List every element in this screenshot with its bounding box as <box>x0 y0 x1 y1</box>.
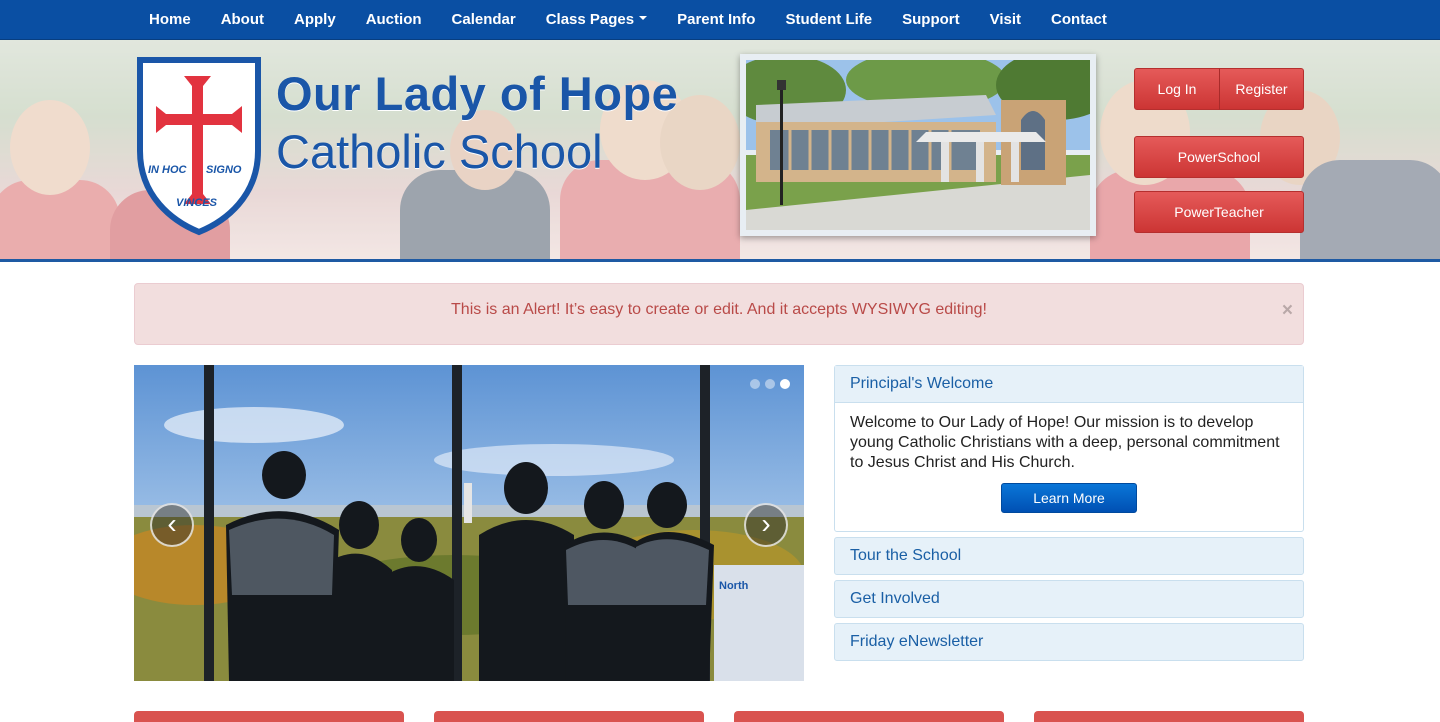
image-carousel: North ‹ › <box>134 365 804 681</box>
nav-item-contact[interactable]: Contact <box>1036 0 1122 40</box>
accordion-header-get-involved[interactable]: Get Involved <box>835 581 1303 617</box>
feature-tile-2[interactable] <box>434 711 704 722</box>
crest-motto-bottom: VINCES <box>176 197 217 209</box>
school-name-line1[interactable]: Our Lady of Hope <box>276 66 678 121</box>
carousel-indicators <box>750 379 790 389</box>
login-button[interactable]: Log In <box>1134 68 1220 110</box>
nav-item-auction[interactable]: Auction <box>351 0 437 40</box>
accordion-get-involved[interactable]: Get Involved <box>834 580 1304 618</box>
building-illustration <box>746 60 1090 230</box>
school-name-line2[interactable]: Catholic School <box>276 124 603 179</box>
powerteacher-button[interactable]: PowerTeacher <box>1134 191 1304 233</box>
nav-item-calendar[interactable]: Calendar <box>437 0 531 40</box>
carousel-dot-1[interactable] <box>750 379 760 389</box>
nav-item-class-pages-label: Class Pages <box>545 11 635 28</box>
carousel-next-button[interactable]: › <box>744 503 788 547</box>
accordion-principals-welcome: Principal's Welcome Welcome to Our Lady … <box>834 365 1304 532</box>
caret-down-icon <box>639 16 648 21</box>
principals-welcome-text: Welcome to Our Lady of Hope! Our mission… <box>850 414 1280 471</box>
feature-tile-3[interactable] <box>734 711 1004 722</box>
crest-motto-right: SIGNO <box>206 164 242 176</box>
school-crest-logo <box>137 57 261 236</box>
nav-item-student-life[interactable]: Student Life <box>770 0 887 40</box>
carousel-prev-button[interactable]: ‹ <box>150 503 194 547</box>
accordion-header-friday-enewsletter[interactable]: Friday eNewsletter <box>835 624 1303 660</box>
nav-item-home[interactable]: Home <box>134 0 206 40</box>
carousel-sign-text: North <box>719 580 749 592</box>
accordion-tour-the-school[interactable]: Tour the School <box>834 537 1304 575</box>
nav-item-class-pages[interactable]: Class Pages <box>531 0 662 40</box>
alert-banner: This is an Alert! It’s easy to create or… <box>134 283 1304 345</box>
header-banner: IN HOC SIGNO VINCES Our Lady of Hope Cat… <box>0 40 1440 262</box>
carousel-dot-3[interactable] <box>780 379 790 389</box>
top-navigation: Home About Apply Auction Calendar Class … <box>0 0 1440 40</box>
feature-tile-1[interactable] <box>134 711 404 722</box>
accordion-header-principals-welcome[interactable]: Principal's Welcome <box>835 366 1303 403</box>
accordion-header-tour-the-school[interactable]: Tour the School <box>835 538 1303 574</box>
nav-item-support[interactable]: Support <box>887 0 975 40</box>
carousel-dot-2[interactable] <box>765 379 775 389</box>
nav-item-about[interactable]: About <box>206 0 279 40</box>
nav-menu: Home About Apply Auction Calendar Class … <box>134 0 1122 40</box>
nav-item-parent-info[interactable]: Parent Info <box>662 0 770 40</box>
nav-item-visit[interactable]: Visit <box>975 0 1036 40</box>
learn-more-button[interactable]: Learn More <box>1001 483 1137 513</box>
nav-item-apply[interactable]: Apply <box>279 0 351 40</box>
powerschool-button[interactable]: PowerSchool <box>1134 136 1304 178</box>
register-button[interactable]: Register <box>1219 68 1304 110</box>
feature-tile-4[interactable] <box>1034 711 1304 722</box>
accordion-friday-enewsletter[interactable]: Friday eNewsletter <box>834 623 1304 661</box>
carousel-slide-image: North <box>134 365 804 681</box>
alert-message: This is an Alert! It’s easy to create or… <box>451 301 987 318</box>
crest-motto-left: IN HOC <box>148 164 187 176</box>
school-building-photo <box>740 54 1096 236</box>
close-icon[interactable]: × <box>1282 300 1293 322</box>
